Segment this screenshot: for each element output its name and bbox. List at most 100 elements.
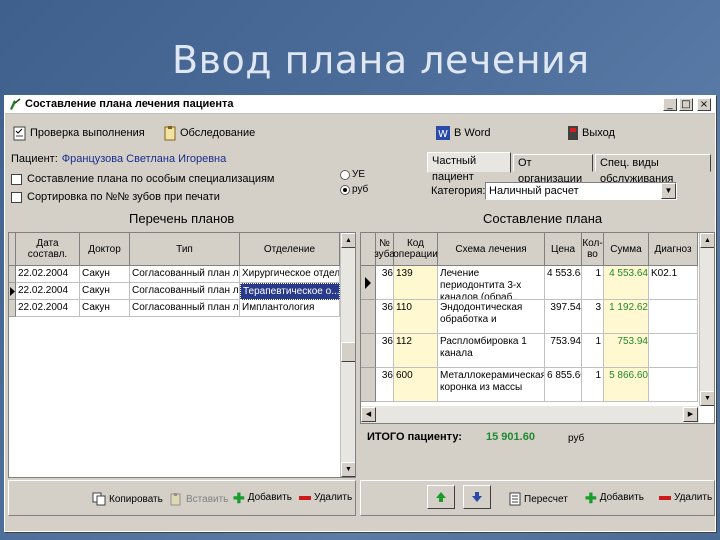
table-cell[interactable]: Лечение периодонтита 3-х каналов (обраб.… [438, 266, 545, 300]
radio-dot[interactable] [340, 169, 350, 180]
table-cell[interactable]: Распломбировка 1 канала [438, 334, 545, 368]
copy-button[interactable]: Копировать [92, 492, 163, 506]
table-cell[interactable]: 6 855.60 [545, 368, 582, 402]
table-cell[interactable]: 36 [376, 266, 394, 300]
table-cell[interactable]: 4 553.64 [545, 266, 582, 300]
radio-dot-selected[interactable] [340, 184, 350, 195]
table-cell[interactable]: 110 [394, 300, 438, 334]
table-cell-sum[interactable]: 4 553.64 [604, 266, 649, 300]
sort-teeth-checkbox[interactable]: Сортировка по №№ зубов при печати [11, 191, 220, 203]
table-cell[interactable]: Согласованный план леч [130, 266, 240, 283]
table-cell[interactable]: Имплантология [240, 300, 340, 317]
table-cell-sum[interactable]: 753.94 [604, 334, 649, 368]
col-header-scheme[interactable]: Схема лечения [438, 233, 545, 266]
tab-organization[interactable]: От организации [513, 154, 593, 185]
recalculate-button[interactable]: Пересчет [509, 492, 568, 506]
table-cell[interactable]: 1 [582, 334, 604, 368]
row-indicator[interactable] [361, 368, 376, 402]
table-cell[interactable]: 112 [394, 334, 438, 368]
scroll-down-arrow-icon[interactable]: ▼ [700, 391, 714, 406]
table-cell[interactable]: 36 [376, 334, 394, 368]
col-header-price[interactable]: Цена [545, 233, 582, 266]
table-cell-sum[interactable]: 1 192.62 [604, 300, 649, 334]
table-cell[interactable] [649, 300, 698, 334]
table-cell[interactable] [649, 368, 698, 402]
table-cell[interactable]: 36 [376, 368, 394, 402]
checkbox-box[interactable] [11, 191, 22, 203]
col-header-doctor[interactable]: Доктор [80, 233, 130, 266]
tab-private-patient[interactable]: Частный пациент [427, 152, 511, 183]
total-currency: руб [568, 433, 585, 444]
col-header-sum[interactable]: Сумма [604, 233, 649, 266]
radio-ue[interactable]: УЕ [340, 169, 365, 180]
export-word-button[interactable]: W В Word [435, 125, 490, 141]
scroll-right-arrow-icon[interactable]: ▶ [683, 407, 698, 422]
col-header-type[interactable]: Тип [130, 233, 240, 266]
table-cell[interactable]: 36 [376, 300, 394, 334]
radio-rub[interactable]: руб [340, 184, 368, 195]
current-row-indicator[interactable] [9, 283, 16, 300]
table-cell[interactable]: 397.54 [545, 300, 582, 334]
table-cell[interactable]: Сакун [80, 283, 130, 300]
table-cell[interactable]: K02.1 [649, 266, 698, 300]
table-cell[interactable]: 1 [582, 266, 604, 300]
table-cell[interactable]: 3 [582, 300, 604, 334]
table-cell[interactable]: Согласованный план леч [130, 300, 240, 317]
table-cell-sum[interactable]: 5 866.60 [604, 368, 649, 402]
scroll-up-arrow-icon[interactable]: ▲ [341, 233, 355, 248]
row-indicator[interactable] [361, 300, 376, 334]
paste-button[interactable]: Вставить [169, 492, 228, 506]
move-up-button[interactable] [427, 485, 455, 509]
plans-table: Дата составл. Доктор Тип Отделение 22.02… [8, 232, 356, 478]
table-cell[interactable]: 1 [582, 368, 604, 402]
table-cell[interactable]: Сакун [80, 266, 130, 283]
plan-vertical-scrollbar[interactable]: ▲ ▼ [699, 233, 714, 406]
chevron-down-icon[interactable]: ▼ [661, 183, 676, 199]
table-cell[interactable]: 22.02.2004 [16, 300, 80, 317]
check-execution-button[interactable]: Проверка выполнения [13, 125, 145, 141]
col-header-date[interactable]: Дата составл. [16, 233, 80, 266]
scroll-down-arrow-icon[interactable]: ▼ [341, 462, 355, 477]
table-cell[interactable] [649, 334, 698, 368]
col-header-diagnosis[interactable]: Диагноз [649, 233, 698, 266]
col-header-quantity[interactable]: Кол-во [582, 233, 604, 266]
scroll-left-arrow-icon[interactable]: ◀ [361, 407, 376, 422]
row-indicator[interactable] [9, 300, 16, 317]
table-cell[interactable]: 600 [394, 368, 438, 402]
scroll-thumb[interactable] [341, 342, 355, 362]
table-cell[interactable]: Хирургическое отдел [240, 266, 340, 283]
tab-special-services[interactable]: Спец. виды обслуживания [595, 154, 711, 185]
special-plan-checkbox[interactable]: Составление плана по особым специализаци… [11, 173, 275, 185]
add-plan-button[interactable]: ✚ Добавить [233, 491, 292, 505]
scroll-up-arrow-icon[interactable]: ▲ [700, 233, 714, 248]
delete-plan-button[interactable]: Удалить [299, 492, 352, 503]
close-button[interactable]: × [697, 98, 711, 111]
exit-button[interactable]: Выход [567, 125, 615, 141]
add-item-button[interactable]: ✚ Добавить [585, 489, 644, 506]
delete-item-button[interactable]: Удалить [659, 492, 712, 503]
table-cell[interactable]: Эндодонтическая обработка и [438, 300, 545, 334]
table-cell[interactable]: 753.94 [545, 334, 582, 368]
col-header-operation-code[interactable]: Код операции [393, 233, 438, 266]
examination-button[interactable]: Обследование [163, 125, 255, 141]
plan-horizontal-scrollbar[interactable]: ◀ ▶ [361, 406, 699, 423]
table-cell[interactable]: Сакун [80, 300, 130, 317]
row-indicator[interactable] [9, 266, 16, 283]
plans-vertical-scrollbar[interactable]: ▲ ▼ [340, 233, 355, 477]
move-down-button[interactable] [463, 485, 491, 509]
row-indicator[interactable] [361, 334, 376, 368]
maximize-button[interactable]: □ [679, 98, 693, 111]
table-cell-selected[interactable]: Терапевтическое о... [240, 283, 340, 300]
table-cell[interactable]: 139 [394, 266, 438, 300]
current-row-indicator[interactable] [361, 266, 376, 300]
minimize-button[interactable]: _ [663, 98, 677, 111]
col-header-tooth[interactable]: № зуба [374, 233, 395, 266]
table-cell[interactable]: 22.02.2004 [16, 266, 80, 283]
table-cell[interactable]: Согласованный план леч [130, 283, 240, 300]
col-header-department[interactable]: Отделение [240, 233, 340, 266]
table-cell[interactable]: 22.02.2004 [16, 283, 80, 300]
table-cell[interactable]: Металлокерамическая коронка из массы [438, 368, 545, 402]
checkbox-box[interactable] [11, 173, 22, 185]
plus-icon: ✚ [585, 489, 597, 506]
category-select[interactable]: Наличный расчет ▼ [485, 182, 677, 200]
